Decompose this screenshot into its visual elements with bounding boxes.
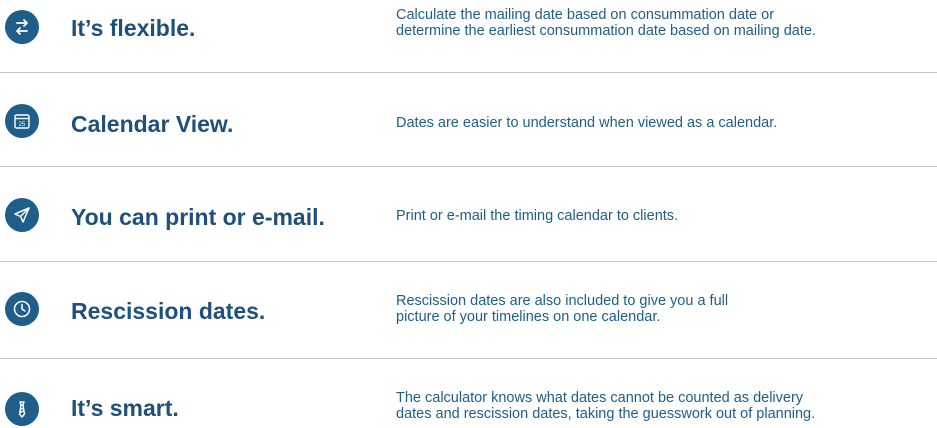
feature-title: Rescission dates. — [71, 298, 266, 324]
feature-description: Rescission dates are also included to gi… — [396, 293, 728, 325]
calendar-icon: 25 — [5, 104, 39, 138]
feature-description-line: Dates are easier to understand when view… — [396, 115, 778, 131]
feature-description-line: Calculate the mailing date based on cons… — [396, 7, 775, 23]
swap-arrows-icon — [5, 10, 39, 44]
feature-title: It’s flexible. — [71, 15, 196, 41]
feature-description-line: Rescission dates are also included to gi… — [396, 293, 729, 309]
feature-title: You can print or e-mail. — [71, 204, 325, 230]
divider — [0, 261, 937, 262]
clock-icon — [5, 292, 39, 326]
feature-description-line: determine the earliest consummation date… — [396, 23, 816, 39]
feature-description-line: Print or e-mail the timing calendar to c… — [396, 208, 679, 224]
feature-description: Dates are easier to understand when view… — [396, 115, 777, 131]
tie-icon — [5, 392, 39, 426]
feature-title: Calendar View. — [71, 111, 234, 137]
feature-description-line: dates and rescission dates, taking the g… — [396, 406, 816, 422]
divider — [0, 166, 937, 167]
feature-description-line: picture of your timelines on one calenda… — [396, 309, 661, 325]
feature-description: Print or e-mail the timing calendar to c… — [396, 208, 678, 224]
feature-description-line: The calculator knows what dates cannot b… — [396, 390, 804, 406]
divider — [0, 358, 937, 359]
feature-description: The calculator knows what dates cannot b… — [396, 390, 815, 422]
feature-description: Calculate the mailing date based on cons… — [396, 7, 816, 39]
feature-title: It’s smart. — [71, 395, 179, 421]
paper-plane-icon — [5, 198, 39, 232]
divider — [0, 72, 937, 73]
calendar-icon-number: 25 — [19, 122, 26, 128]
